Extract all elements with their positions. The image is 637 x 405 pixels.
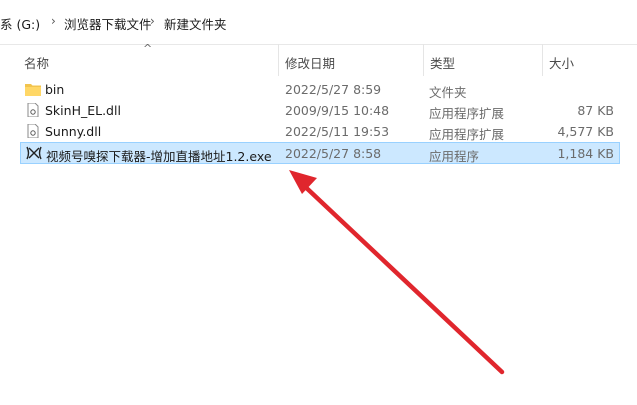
- red-arrow-annotation: [289, 170, 505, 375]
